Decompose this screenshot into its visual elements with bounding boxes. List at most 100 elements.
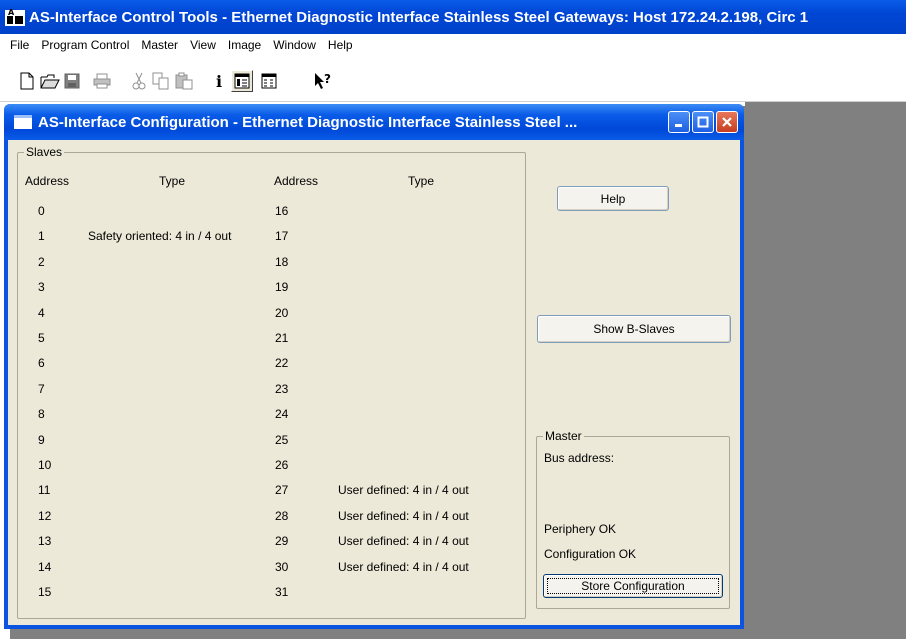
info-button[interactable]: i — [208, 70, 230, 92]
minimize-icon — [675, 124, 682, 127]
print-button[interactable] — [91, 70, 113, 92]
maximize-icon — [697, 116, 709, 128]
menu-view[interactable]: View — [184, 38, 222, 52]
slave-type: User defined: 4 in / 4 out — [338, 483, 469, 498]
slave-address: 18 — [275, 254, 289, 269]
new-file-button[interactable] — [16, 70, 38, 92]
copy-icon — [152, 72, 169, 90]
window-list-icon — [261, 73, 277, 89]
slave-type: User defined: 4 in / 4 out — [338, 559, 469, 574]
slave-address: 17 — [275, 229, 289, 244]
slave-address: 16 — [275, 204, 289, 218]
menu-master[interactable]: Master — [135, 38, 184, 52]
window-titlebar[interactable]: AS-Interface Configuration - Ethernet Di… — [4, 104, 744, 140]
paste-button[interactable] — [173, 70, 195, 92]
column-header-type-left: Type — [159, 174, 186, 188]
view-list-button[interactable] — [258, 70, 280, 92]
slave-address: 25 — [275, 432, 289, 447]
window-icon — [14, 115, 32, 129]
slave-address: 0 — [38, 204, 45, 218]
slave-address: 22 — [275, 356, 289, 371]
bus-address-label: Bus address: — [544, 451, 615, 465]
menu-window[interactable]: Window — [267, 38, 322, 52]
help-button[interactable]: Help — [557, 186, 669, 211]
configuration-window: AS-Interface Configuration - Ethernet Di… — [4, 104, 744, 629]
slave-address: 26 — [275, 458, 289, 472]
menu-program-control[interactable]: Program Control — [35, 38, 135, 52]
paste-clipboard-icon — [175, 72, 193, 90]
minimize-button[interactable] — [668, 111, 690, 133]
window-client-area: Slaves Address Type Address Type 0 1 Safet… — [8, 140, 740, 625]
cut-button[interactable] — [128, 70, 150, 92]
copy-button[interactable] — [150, 70, 172, 92]
slave-address: 24 — [275, 407, 289, 422]
show-b-slaves-label: Show B-Slaves — [593, 322, 675, 336]
slave-address: 10 — [38, 458, 52, 472]
slave-address: 23 — [275, 381, 289, 396]
master-group-label: Master — [543, 429, 584, 443]
info-icon: i — [215, 71, 223, 91]
slave-address: 30 — [275, 559, 289, 574]
slaves-group: Slaves Address Type Address Type 0 1 Safet… — [17, 145, 526, 619]
slave-address: 5 — [38, 331, 45, 345]
slave-address: 21 — [275, 331, 289, 345]
slaves-group-label: Slaves — [24, 145, 65, 159]
slave-address: 13 — [38, 534, 52, 549]
menu-image[interactable]: Image — [222, 38, 267, 52]
app-titlebar[interactable]: A AS-Interface Control Tools - Ethernet … — [0, 0, 906, 34]
slave-address: 12 — [38, 508, 52, 523]
slave-address: 20 — [275, 305, 289, 320]
slave-address: 31 — [275, 585, 289, 599]
slave-type: User defined: 4 in / 4 out — [338, 508, 469, 523]
slave-address: 2 — [38, 254, 45, 269]
printer-icon — [93, 73, 111, 89]
configuration-status: Configuration OK — [544, 547, 637, 561]
slave-address: 19 — [275, 280, 289, 295]
slave-address: 11 — [38, 483, 51, 498]
slave-type: User defined: 4 in / 4 out — [338, 534, 469, 549]
scissors-icon — [132, 72, 146, 90]
slave-address: 27 — [275, 483, 289, 498]
slave-address: 3 — [38, 280, 45, 295]
master-group: Master Bus address: Periphery OK Configu… — [536, 429, 730, 609]
window-details-icon — [234, 73, 250, 89]
help-button-label: Help — [600, 191, 626, 206]
show-b-slaves-button[interactable]: Show B-Slaves — [537, 315, 731, 343]
view-details-button[interactable] — [231, 70, 253, 92]
slave-address: 29 — [275, 534, 289, 549]
slave-address: 1 — [38, 229, 45, 244]
slave-address: 6 — [38, 356, 45, 371]
open-folder-icon — [40, 74, 60, 89]
menubar: File Program Control Master View Image W… — [0, 34, 906, 56]
periphery-status: Periphery OK — [544, 522, 617, 536]
app-logo-icon: A — [5, 8, 25, 26]
menu-help[interactable]: Help — [322, 38, 359, 52]
context-help-button[interactable]: ? — [312, 70, 334, 92]
toolbar: i ? — [0, 56, 906, 102]
maximize-button[interactable] — [692, 111, 714, 133]
column-header-type-right: Type — [408, 174, 435, 188]
new-file-icon — [20, 72, 34, 90]
slave-address: 4 — [38, 305, 45, 320]
close-icon — [722, 117, 732, 127]
app-title: AS-Interface Control Tools - Ethernet Di… — [29, 8, 809, 26]
store-configuration-button[interactable]: Store Configuration — [543, 574, 723, 598]
close-button[interactable] — [716, 111, 738, 133]
help-pointer-icon: ? — [315, 72, 331, 89]
open-file-button[interactable] — [39, 70, 61, 92]
window-title: AS-Interface Configuration - Ethernet Di… — [38, 113, 578, 131]
slave-address: 9 — [38, 432, 45, 447]
save-file-button[interactable] — [61, 70, 83, 92]
store-configuration-label: Store Configuration — [581, 579, 685, 593]
slave-address: 28 — [275, 508, 289, 523]
slave-address: 7 — [38, 381, 45, 396]
slave-type: Safety oriented: 4 in / 4 out — [88, 229, 232, 244]
slave-address: 14 — [38, 559, 52, 574]
save-disk-icon — [64, 73, 80, 89]
column-header-address-right: Address — [274, 174, 319, 188]
slave-address: 8 — [38, 407, 45, 422]
svg-text:?: ? — [324, 72, 331, 86]
column-header-address-left: Address — [25, 174, 70, 188]
slave-address: 15 — [38, 585, 52, 599]
menu-file[interactable]: File — [4, 38, 35, 52]
